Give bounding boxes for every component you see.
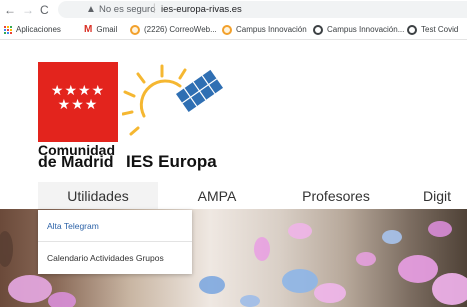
utilidades-dropdown: Alta Telegram Calendario Actividades Gru…	[38, 210, 192, 274]
url-text[interactable]: ies-europa-rivas.es	[161, 4, 242, 15]
apps-grid-icon	[4, 26, 12, 34]
arrow-left-icon[interactable]: ←	[4, 3, 16, 17]
bookmark-label: Test Covid	[421, 25, 459, 34]
address-bar[interactable]: ▲ No es seguro | ies-europa-rivas.es	[58, 1, 467, 18]
main-nav: Utilidades AMPA Profesores Digit	[0, 182, 467, 209]
bookmark-label: Campus Innovación...	[327, 25, 405, 34]
bookmark-test-covid[interactable]: Test Covid	[407, 24, 458, 36]
reload-icon[interactable]: C	[40, 3, 49, 17]
bookmarks-bar: Aplicaciones M Gmail (2226) CorreoWeb...…	[0, 20, 467, 40]
url-separator: |	[153, 3, 156, 14]
nav-item-profesores[interactable]: Profesores	[294, 182, 378, 209]
school-name: IES Europa	[126, 152, 217, 171]
nav-item-digit[interactable]: Digit	[423, 182, 467, 209]
globe-icon	[313, 25, 323, 35]
security-label[interactable]: No es seguro	[99, 4, 156, 15]
webmail-icon	[130, 25, 140, 35]
madrid-flag: ★★★★ ★★★	[38, 62, 118, 142]
bookmark-label: Campus Innovación	[236, 25, 307, 34]
gmail-icon: M	[84, 24, 93, 35]
globe-icon	[407, 25, 417, 35]
menu-item-calendario-actividades[interactable]: Calendario Actividades Grupos	[38, 242, 192, 274]
bookmark-aplicaciones[interactable]: Aplicaciones	[4, 24, 61, 36]
bookmark-gmail[interactable]: M Gmail	[84, 24, 117, 36]
nav-item-utilidades[interactable]: Utilidades	[38, 182, 158, 209]
browser-toolbar: ← → C ▲ No es seguro | ies-europa-rivas.…	[0, 0, 467, 20]
nav-item-ampa[interactable]: AMPA	[182, 182, 252, 209]
webmail-icon	[222, 25, 232, 35]
bookmark-correoweb[interactable]: (2226) CorreoWeb...	[130, 24, 217, 36]
bookmark-campus-innovacion[interactable]: Campus Innovación	[222, 24, 307, 36]
logo-line-2: de Madrid	[38, 154, 114, 171]
bookmark-campus-innovacion-2[interactable]: Campus Innovación...	[313, 24, 404, 36]
bookmark-label: Gmail	[96, 25, 118, 34]
stars-icon: ★★★★ ★★★	[50, 83, 106, 113]
bookmark-label: Aplicaciones	[16, 25, 61, 34]
arrow-right-icon[interactable]: →	[22, 3, 34, 17]
bookmark-label: (2226) CorreoWeb...	[144, 25, 217, 34]
sun-solar-panel-icon	[122, 64, 224, 136]
menu-item-alta-telegram[interactable]: Alta Telegram	[38, 210, 192, 242]
warning-triangle-icon[interactable]: ▲	[86, 4, 96, 15]
